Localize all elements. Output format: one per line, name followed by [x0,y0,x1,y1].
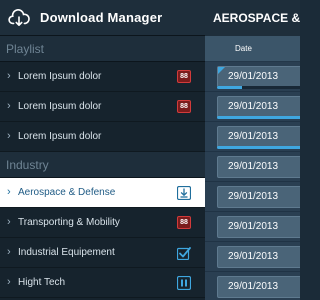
progress-bar [217,116,300,119]
download-row[interactable]: 29/01/2013 [205,122,300,152]
date-cell: 29/01/2013 [217,96,300,118]
chevron-right-icon: › [7,130,11,142]
section-playlist: Playlist [0,36,205,62]
chevron-right-icon: › [7,216,11,228]
industry-item-transport[interactable]: › Transporting & Mobility 88 [0,208,205,238]
column-header-date[interactable]: Date [205,36,300,62]
playlist-item[interactable]: › Lorem Ipsum dolor [0,122,205,152]
chevron-right-icon: › [7,70,11,82]
download-row[interactable]: 29/01/2013 [205,92,300,122]
section-industry: Industry [0,152,205,178]
date-cell: 29/01/2013 [217,66,300,88]
playlist-item[interactable]: › Lorem Ipsum dolor 88 [0,92,205,122]
main-title: AEROSPACE & DEFENSE [205,0,300,36]
download-row[interactable]: 29/01/2013 [205,242,300,272]
date-cell: 29/01/2013 [217,186,300,208]
count-badge: 88 [177,70,191,83]
main-panel: AEROSPACE & DEFENSE Date 29/01/2013 29/0… [205,0,300,300]
date-cell: 29/01/2013 [217,216,300,238]
chevron-right-icon: › [7,186,11,198]
count-badge: 88 [177,216,191,229]
cloud-download-icon[interactable] [8,8,30,27]
download-row[interactable]: 29/01/2013 [205,182,300,212]
chevron-right-icon: › [7,100,11,112]
date-cell: 29/01/2013 [217,156,300,178]
industry-item-aerospace[interactable]: › Aerospace & Defense [0,178,205,208]
app-header: Download Manager [0,0,205,36]
count-badge: 88 [177,100,191,113]
progress-bar [217,146,300,149]
pause-icon[interactable] [177,276,191,290]
date-cell: 29/01/2013 [217,246,300,268]
date-cell: 29/01/2013 [217,126,300,148]
download-row[interactable]: 29/01/2013 [205,212,300,242]
date-cell: 29/01/2013 [217,276,300,298]
sidebar: Download Manager Playlist › Lorem Ipsum … [0,0,205,300]
download-row[interactable]: 29/01/2013 [205,272,300,300]
industry-item-industrial[interactable]: › Industrial Equipement [0,238,205,268]
download-row[interactable]: 29/01/2013 [205,62,300,92]
playlist-item-label: Lorem Ipsum dolor [18,131,102,142]
chevron-right-icon: › [7,246,11,258]
chevron-right-icon: › [7,276,11,288]
download-icon[interactable] [177,186,191,200]
download-row[interactable]: 29/01/2013 [205,152,300,182]
industry-item-hightech[interactable]: › Hight Tech [0,268,205,298]
progress-bar [217,86,300,89]
checkbox-checked-icon[interactable] [177,246,191,260]
playlist-item[interactable]: › Lorem Ipsum dolor 88 [0,62,205,92]
app-title: Download Manager [40,10,163,25]
